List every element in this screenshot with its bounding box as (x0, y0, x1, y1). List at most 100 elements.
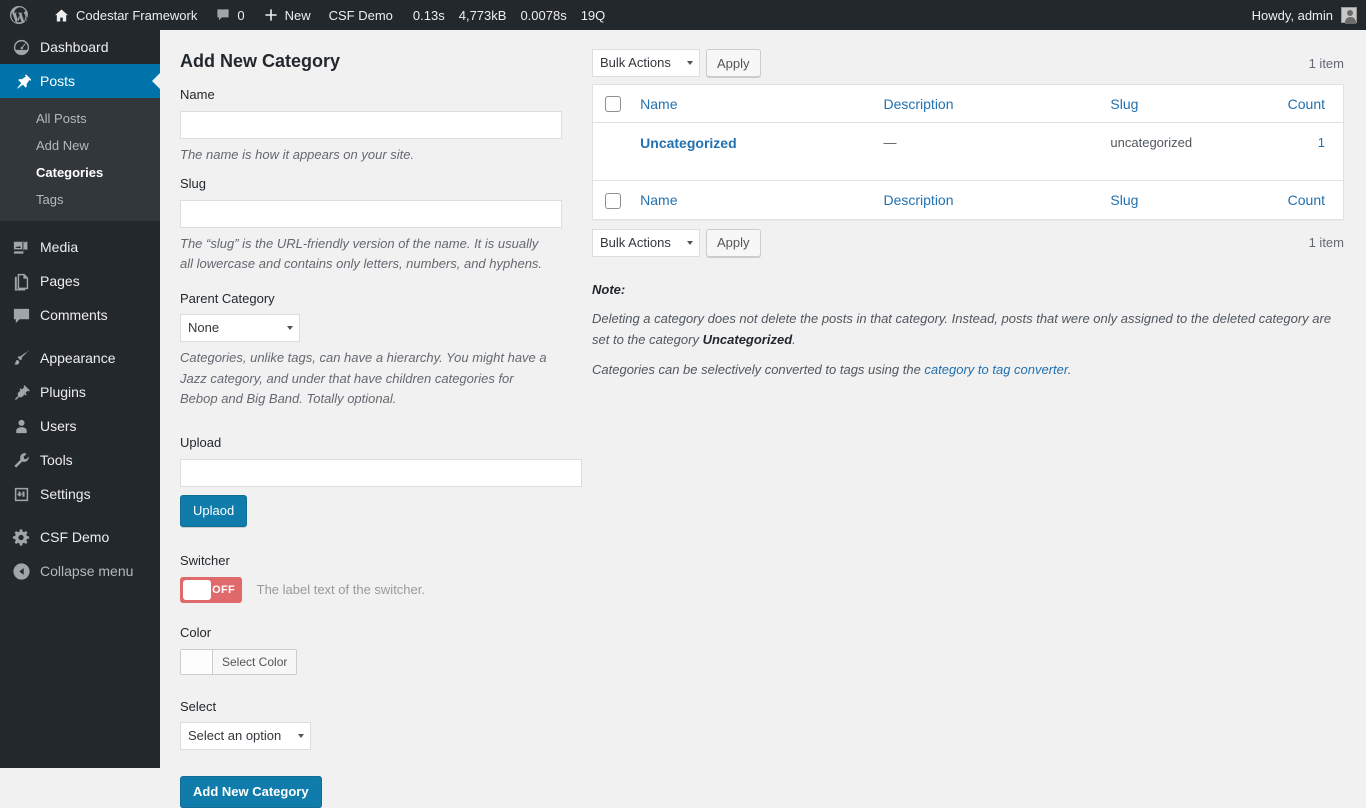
note-p2-b: . (1067, 361, 1072, 377)
category-to-tag-converter-link[interactable]: category to tag converter (924, 362, 1067, 377)
menu-separator (0, 221, 160, 230)
admin-bar-spacer (616, 0, 1242, 30)
column-header-count-top[interactable]: Count (1277, 84, 1344, 124)
home-icon (53, 7, 70, 24)
menu-separator (0, 332, 160, 341)
column-header-name-bottom[interactable]: Name (630, 180, 874, 220)
sidebar-item-csf-demo[interactable]: CSF Demo (0, 520, 160, 554)
parent-category-select[interactable]: None (180, 314, 300, 343)
parent-category-select-wrap: None (180, 314, 300, 343)
row-slug-cell: uncategorized (1100, 122, 1278, 181)
sidebar-item-users[interactable]: Users (0, 409, 160, 443)
select-all-checkbox-top[interactable] (605, 96, 621, 113)
note-p2-a: Categories can be selectively converted … (592, 361, 925, 377)
sidebar-item-label: Plugins (40, 384, 86, 400)
sidebar-item-settings[interactable]: Settings (0, 477, 160, 511)
site-name-label: Codestar Framework (76, 7, 198, 23)
sidebar-item-pages[interactable]: Pages (0, 264, 160, 298)
metric-query-count: 19Q (580, 7, 606, 23)
slug-input[interactable] (180, 200, 562, 229)
slug-label: Slug (180, 176, 207, 192)
csf-demo-label: CSF Demo (328, 7, 393, 23)
my-account-menu[interactable]: Howdy, admin (1243, 0, 1366, 30)
color-picker[interactable]: Select Color (180, 648, 298, 675)
paintbrush-icon (11, 348, 31, 368)
add-new-category-button[interactable]: Add New Category (180, 776, 322, 808)
select-color-button[interactable]: Select Color (213, 649, 297, 674)
name-input[interactable] (180, 111, 562, 140)
upload-input[interactable] (180, 458, 582, 487)
sidebar-item-comments[interactable]: Comments (0, 298, 160, 332)
sidebar-item-media[interactable]: Media (0, 230, 160, 264)
sidebar-item-appearance[interactable]: Appearance (0, 341, 160, 375)
admin-bar: Codestar Framework 0 New CSF Demo 0.13s … (0, 0, 1366, 30)
field-color: Color Select Color (180, 625, 552, 677)
category-name-link[interactable]: Uncategorized (640, 135, 736, 151)
apply-button-bottom[interactable]: Apply (706, 228, 761, 257)
field-slug: Slug The “slug” is the URL-friendly vers… (180, 176, 562, 274)
sidebar-item-dashboard[interactable]: Dashboard (0, 30, 160, 64)
sidebar-item-collapse-menu[interactable]: Collapse menu (0, 554, 160, 588)
select-all-checkbox-bottom[interactable] (605, 192, 621, 209)
sidebar-subitem-categories[interactable]: Categories (0, 159, 160, 186)
sidebar-item-label: Collapse menu (40, 563, 134, 579)
switcher-knob (183, 579, 211, 600)
select-all-header-top (592, 84, 631, 124)
table-body: Uncategorized — uncategorized 1 (592, 122, 1344, 181)
comments-menu[interactable]: 0 (206, 0, 253, 30)
option-select[interactable]: Select an option (180, 722, 311, 751)
note-p1-strong: Uncategorized (702, 332, 793, 348)
categories-note: Note: Deleting a category does not delet… (592, 280, 1344, 381)
sidebar-item-posts[interactable]: Posts (0, 64, 160, 98)
table-foot: Name Description Slug Count (592, 180, 1344, 220)
column-header-slug-top[interactable]: Slug (1100, 84, 1278, 124)
column-header-name-top[interactable]: Name (630, 84, 874, 124)
sidebar-item-label: Posts (40, 73, 76, 89)
displaying-num-top: 1 item (1308, 55, 1344, 71)
sidebar-item-label: Tools (40, 452, 73, 468)
plug-icon (11, 382, 31, 402)
parent-category-label: Parent Category (180, 290, 275, 306)
note-paragraph-2: Categories can be selectively converted … (592, 360, 1344, 381)
apply-button-top[interactable]: Apply (706, 49, 761, 77)
bulk-actions-select-top[interactable]: Bulk Actions (592, 49, 700, 77)
new-content-menu[interactable]: New (254, 0, 320, 30)
row-description-cell: — (873, 122, 1101, 181)
sidebar-item-tools[interactable]: Tools (0, 443, 160, 477)
site-name-menu[interactable]: Codestar Framework (44, 0, 206, 30)
column-header-count-bottom[interactable]: Count (1277, 180, 1344, 220)
note-title-text: Note: (592, 281, 626, 297)
sidebar-subitem-add-new[interactable]: Add New (0, 132, 160, 159)
user-icon (11, 416, 31, 436)
add-category-form: Add New Category Name The name is how it… (180, 50, 582, 808)
field-name: Name The name is how it appears on your … (180, 87, 562, 165)
select-all-header-bottom (592, 180, 631, 220)
bulk-actions-select-bottom[interactable]: Bulk Actions (592, 228, 700, 257)
menu-separator (0, 511, 160, 520)
metric-query-time: 0.0078s (520, 7, 567, 23)
sidebar-subitem-all-posts[interactable]: All Posts (0, 105, 160, 132)
wordpress-logo-icon (9, 5, 29, 25)
sidebar-item-label: Media (40, 239, 79, 255)
comments-count: 0 (237, 7, 245, 23)
field-parent-category: Parent Category None Categories, unlike … (180, 291, 552, 409)
column-header-slug-bottom[interactable]: Slug (1100, 180, 1278, 220)
sidebar-item-label: Appearance (40, 350, 116, 366)
name-description: The name is how it appears on your site. (180, 147, 415, 163)
column-header-description-bottom[interactable]: Description (873, 180, 1101, 220)
sidebar-subitem-tags[interactable]: Tags (0, 186, 160, 213)
comment-bubble-icon (215, 7, 231, 23)
wp-logo-menu[interactable] (0, 0, 44, 30)
column-header-description-top[interactable]: Description (873, 84, 1101, 124)
sidebar-item-plugins[interactable]: Plugins (0, 375, 160, 409)
csf-demo-menu[interactable]: CSF Demo (320, 0, 402, 30)
switcher-toggle[interactable]: OFF (180, 576, 242, 603)
media-icon (11, 237, 31, 257)
admin-sidebar-menu: Dashboard Posts All Posts Add New Catego… (0, 30, 160, 768)
new-content-label: New (284, 7, 311, 23)
upload-button[interactable]: Uplaod (180, 494, 248, 527)
submit-row: Add New Category (180, 776, 552, 808)
category-count-link[interactable]: 1 (1318, 135, 1325, 150)
table-header-row: Name Description Slug Count (592, 84, 1344, 124)
performance-metrics: 0.13s 4,773kB 0.0078s 19Q (402, 0, 616, 30)
